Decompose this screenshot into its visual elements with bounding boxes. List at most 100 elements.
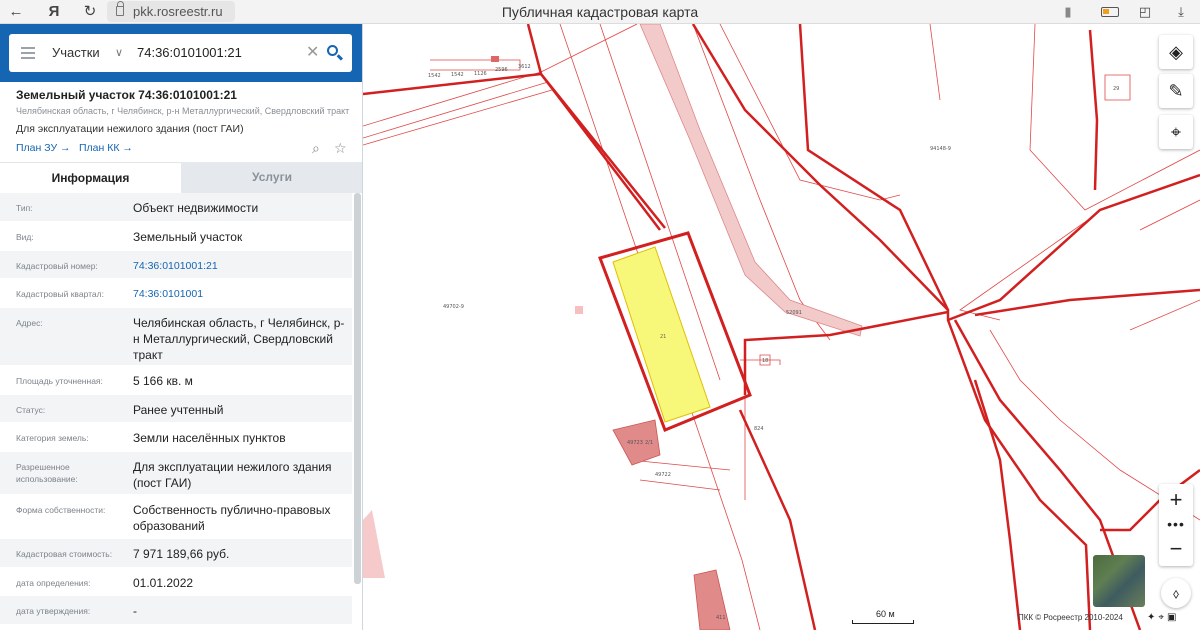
chevron-down-icon[interactable]: ∨ [115,46,123,59]
row-label: дата утверждения: [16,606,91,616]
scale-bar [852,620,914,624]
yandex-icon[interactable]: Я [44,2,64,22]
thin-boundaries [363,24,1200,630]
object-address: Челябинская область, г Челябинск, р-н Ме… [16,106,350,116]
zoom-controls: + ••• − [1159,484,1193,566]
search-input[interactable]: 74:36:0101001:21 [137,34,242,72]
zoom-out-icon[interactable]: − [1159,534,1193,564]
row-value: Для эксплуатации нежилого здания (пост Г… [133,460,332,490]
locate-icon[interactable]: ⌖ [1159,115,1193,149]
info-panel: Участки ∨ 74:36:0101001:21 ✕ Земельный у… [0,24,363,630]
row-value: Объект недвижимости [133,201,259,215]
svg-text:2596: 2596 [495,67,508,73]
copyright-text: ПКК © Росреестр 2010-2024 [1018,613,1123,622]
svg-text:824: 824 [754,426,764,432]
info-row-cadastral-quarter: Кадастровый квартал: 74:36:0101001 [0,279,352,308]
row-value: Челябинская область, г Челябинск, р-н Ме… [133,316,345,362]
bookmark-icon[interactable]: ▮ [1058,2,1078,22]
panel-tabs: Информация Услуги [0,162,362,193]
object-type-dropdown[interactable]: Участки [52,34,100,72]
favorite-star-icon[interactable]: ☆ [334,140,347,157]
satellite-minimap[interactable] [1093,555,1145,607]
thick-boundaries [363,24,1200,630]
info-table: Тип: Объект недвижимости Вид: Земельный … [0,193,352,625]
svg-text:2/1: 2/1 [645,440,653,446]
back-arrow-icon[interactable]: ← [6,2,26,22]
tab-information[interactable]: Информация [0,162,181,193]
svg-text:49723: 49723 [627,440,643,446]
plan-kk-link[interactable]: План КК → [79,142,133,154]
search-icon[interactable] [325,43,345,63]
download-icon[interactable]: ⤓ [1171,2,1191,22]
svg-text:1542: 1542 [451,72,464,78]
ruler-icon[interactable]: ✎ [1159,74,1193,108]
info-row-land-category: Категория земель: Земли населённых пункт… [0,423,352,452]
info-row-kind: Вид: Земельный участок [0,222,352,251]
object-title: Земельный участок 74:36:0101001:21 [16,88,237,102]
object-purpose: Для эксплуатации нежилого здания (пост Г… [16,123,244,135]
map-canvas[interactable]: 21 1542 1542 1126 2596 3612 29 94148-9 4… [363,24,1200,630]
reload-icon[interactable]: ↻ [80,2,100,22]
info-row-type: Тип: Объект недвижимости [0,193,352,222]
cadastral-quarter-link[interactable]: 74:36:0101001 [133,286,348,302]
row-value: 7 971 189,66 руб. [133,547,230,561]
scale-label: 60 м [876,609,895,619]
footer-icons[interactable]: ✦⌖▣ [1147,612,1179,623]
row-label: Кадастровая стоимость: [16,549,113,559]
info-row-permitted-use: Разрешенное использование: Для эксплуата… [0,452,352,495]
row-value: Земельный участок [133,230,243,244]
zoom-in-icon[interactable]: + [1159,486,1193,514]
svg-text:49702-9: 49702-9 [443,304,464,310]
lock-icon [116,1,124,16]
row-label: Адрес: [16,318,43,328]
row-label: Площадь уточненная: [16,376,103,386]
row-value: Земли населённых пунктов [133,431,286,445]
map-labels: 1542 1542 1126 2596 3612 29 94148-9 4970… [428,64,1119,621]
zoom-to-object-icon[interactable]: ⌕ [312,140,320,157]
more-icon[interactable]: ••• [1159,514,1193,534]
row-value: 5 166 кв. м [133,374,193,388]
extension-icon[interactable]: ◰ [1135,2,1155,22]
row-label: Разрешенное использование: [16,462,78,484]
cadastral-map[interactable]: 21 1542 1542 1126 2596 3612 29 94148-9 4… [363,24,1200,630]
row-label: Форма собственности: [16,505,106,515]
tab-services[interactable]: Услуги [181,162,362,193]
row-label: дата определения: [16,578,91,588]
cadastral-number-link[interactable]: 74:36:0101001:21 [133,258,348,274]
svg-text:52091: 52091 [786,310,802,316]
svg-text:1126: 1126 [474,71,487,77]
menu-icon[interactable] [21,47,35,59]
row-value: Ранее учтенный [133,403,224,417]
road-strip [639,24,863,337]
info-row-cadastral-value: Кадастровая стоимость: 7 971 189,66 руб. [0,539,352,568]
info-row-cadastral-number: Кадастровый номер: 74:36:0101001:21 [0,251,352,279]
svg-text:29: 29 [1113,86,1119,92]
info-row-approval-date: дата утверждения: - [0,596,352,625]
row-label: Тип: [16,203,33,213]
panel-scrollbar[interactable] [354,193,361,584]
svg-text:3612: 3612 [518,64,531,70]
info-row-determination-date: дата определения: 01.01.2022 [0,568,352,596]
row-label: Вид: [16,232,34,242]
plan-zu-link[interactable]: План ЗУ → [16,142,71,154]
svg-text:411: 411 [716,615,726,621]
info-row-ownership: Форма собственности: Собственность публи… [0,495,352,539]
address-bar[interactable]: pkk.rosreestr.ru [107,1,235,22]
row-value: 01.01.2022 [133,576,194,590]
row-value: Собственность публично-правовых образова… [133,503,331,533]
svg-text:1542: 1542 [428,73,441,79]
info-row-status: Статус: Ранее учтенный [0,395,352,423]
battery-icon[interactable] [1101,7,1119,17]
layers-icon[interactable]: ◈ [1159,35,1193,69]
row-value: - [133,604,137,618]
compass-icon[interactable]: ⬨ [1161,578,1191,608]
search-box: Участки ∨ 74:36:0101001:21 ✕ [9,34,352,72]
svg-text:94148-9: 94148-9 [930,146,951,152]
row-label: Кадастровый квартал: [16,289,104,299]
clear-icon[interactable]: ✕ [306,34,319,72]
info-row-area: Площадь уточненная: 5 166 кв. м [0,366,352,395]
row-label: Категория земель: [16,433,89,443]
row-label: Статус: [16,405,46,415]
browser-toolbar: ← Я ↻ pkk.rosreestr.ru Публичная кадастр… [0,0,1200,24]
address-bar-url: pkk.rosreestr.ru [133,4,223,19]
